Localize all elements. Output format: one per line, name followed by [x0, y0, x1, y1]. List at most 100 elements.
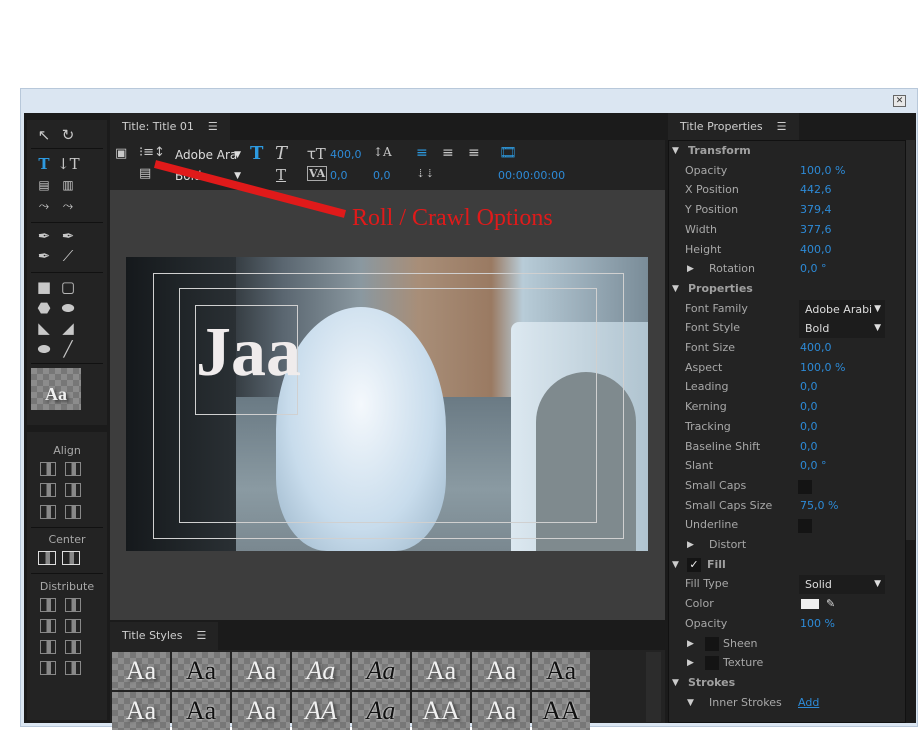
templates-icon[interactable]: ▤	[139, 166, 151, 181]
distribute-bottom-icon[interactable]	[65, 640, 81, 654]
kerning-value[interactable]: 0,0	[330, 169, 348, 182]
expand-triangle-icon[interactable]: ▼	[672, 673, 679, 693]
align-horizontal-center-icon[interactable]	[40, 483, 56, 497]
property-value[interactable]: 100,0 %	[800, 161, 845, 181]
title-style-swatch[interactable]: Aa	[532, 652, 590, 690]
property-value[interactable]: 0,0	[800, 417, 818, 437]
title-style-swatch[interactable]: Aa	[232, 692, 290, 730]
panel-menu-icon[interactable]: ☰	[208, 120, 218, 133]
fill-checkbox[interactable]: ✓	[687, 557, 701, 572]
expand-triangle-icon[interactable]: ▶	[687, 535, 694, 555]
font-family-dropdown[interactable]: Adobe Ara ▼	[169, 146, 243, 164]
title-style-swatch[interactable]: Aa	[352, 692, 410, 730]
expand-triangle-icon[interactable]: ▼	[672, 279, 679, 299]
title-style-swatch[interactable]: Aa	[112, 652, 170, 690]
align-bottom-icon[interactable]	[65, 505, 81, 519]
title-style-swatch[interactable]: AA	[292, 692, 350, 730]
arc-tool-icon[interactable]: ◢	[57, 319, 79, 337]
tab-title-styles[interactable]: Title Styles ☰	[110, 622, 219, 650]
property-value[interactable]: 0,0 °	[800, 259, 827, 279]
underline-icon[interactable]: T	[276, 166, 286, 184]
title-style-swatch[interactable]: Aa	[352, 652, 410, 690]
property-value[interactable]: 100,0 %	[800, 358, 845, 378]
tab-title-properties[interactable]: Title Properties ☰	[668, 113, 799, 140]
bold-icon[interactable]: T	[250, 143, 263, 164]
title-style-swatch[interactable]: Aa	[292, 652, 350, 690]
wedge-tool-icon[interactable]: ◣	[33, 319, 55, 337]
center-horizontal-icon[interactable]	[38, 551, 56, 565]
property-value[interactable]: 0,0	[800, 377, 818, 397]
tab-title-01[interactable]: Title: Title 01 ☰	[110, 113, 230, 140]
expand-triangle-icon[interactable]: ▼	[672, 555, 679, 575]
property-checkbox[interactable]	[798, 519, 812, 534]
property-value[interactable]: 0,0	[800, 437, 818, 457]
align-left-text-icon[interactable]: ≡	[416, 145, 428, 161]
title-style-swatch[interactable]: Aa	[472, 652, 530, 690]
timecode[interactable]: 00:00:00:00	[498, 169, 565, 182]
property-value[interactable]: 400,0	[800, 338, 832, 358]
distribute-hcenter-icon[interactable]	[40, 619, 56, 633]
pen-tool-icon[interactable]: ✒	[33, 227, 55, 245]
property-value[interactable]: 75,0 %	[800, 496, 838, 516]
clipped-rectangle-tool-icon[interactable]: ⬣	[33, 299, 55, 317]
line-tool-icon[interactable]: ╱	[57, 340, 79, 358]
rotation-tool-icon[interactable]: ↻	[57, 126, 79, 144]
distribute-hspace-icon[interactable]	[40, 661, 56, 675]
distribute-left-icon[interactable]	[40, 598, 56, 612]
align-top-icon[interactable]	[65, 462, 81, 476]
rectangle-tool-icon[interactable]: ■	[33, 278, 55, 296]
texture-checkbox[interactable]	[705, 656, 719, 671]
property-value[interactable]: 442,6	[800, 180, 832, 200]
ellipse-tool-icon[interactable]: ⬬	[33, 340, 55, 358]
property-checkbox[interactable]	[798, 479, 812, 494]
title-text[interactable]: Jaa	[196, 318, 301, 388]
delete-anchor-tool-icon[interactable]: ✒	[57, 227, 79, 245]
expand-triangle-icon[interactable]: ▶	[687, 259, 694, 279]
expand-triangle-icon[interactable]: ▶	[687, 634, 694, 654]
tab-stops-icon[interactable]: ⇣⇣	[416, 167, 434, 180]
vertical-type-tool-icon[interactable]: ↓T	[57, 155, 80, 173]
title-style-swatch[interactable]: Aa	[112, 692, 170, 730]
property-value[interactable]: 400,0	[800, 240, 832, 260]
title-style-swatch[interactable]: Aa	[172, 652, 230, 690]
center-vertical-icon[interactable]	[62, 551, 80, 565]
property-dropdown[interactable]: Bold ▼	[799, 319, 885, 339]
path-type-tool-icon[interactable]: ⤳	[33, 198, 55, 216]
align-left-icon[interactable]	[40, 462, 56, 476]
property-value[interactable]: 379,4	[800, 200, 832, 220]
title-style-swatch[interactable]: Aa	[232, 652, 290, 690]
distribute-vspace-icon[interactable]	[65, 661, 81, 675]
title-style-swatch[interactable]: AA	[532, 692, 590, 730]
close-icon[interactable]: ✕	[893, 95, 906, 107]
title-style-swatch[interactable]: Aa	[172, 692, 230, 730]
align-center-text-icon[interactable]: ≡	[442, 145, 454, 161]
new-title-icon[interactable]: ▣	[115, 146, 127, 161]
vertical-path-type-tool-icon[interactable]: ⤳	[57, 198, 79, 216]
property-value[interactable]: 100 %	[800, 614, 835, 634]
expand-triangle-icon[interactable]: ▼	[672, 141, 679, 161]
type-tool-icon[interactable]: T	[33, 155, 55, 173]
styles-scrollbar[interactable]	[646, 652, 661, 722]
convert-anchor-tool-icon[interactable]: ⟋	[57, 247, 79, 265]
expand-triangle-icon[interactable]: ▶	[687, 653, 694, 673]
panel-menu-icon[interactable]: ☰	[777, 120, 787, 133]
expand-triangle-icon[interactable]: ▼	[687, 693, 694, 713]
title-style-swatch[interactable]: AA	[412, 692, 470, 730]
leading-value[interactable]: 0,0	[373, 169, 391, 182]
property-dropdown[interactable]: Adobe Arabi ▼	[799, 299, 885, 319]
sheen-checkbox[interactable]	[705, 636, 719, 651]
rounded-corner-tool-icon[interactable]: ⬬	[57, 299, 79, 317]
distribute-right-icon[interactable]	[40, 640, 56, 654]
show-background-video-icon[interactable]: 🎞	[499, 145, 517, 161]
area-type-tool-icon[interactable]: ▤	[33, 176, 55, 194]
add-anchor-tool-icon[interactable]: ✒	[33, 247, 55, 265]
color-swatch[interactable]	[801, 599, 819, 610]
title-style-swatch[interactable]: Aa	[412, 652, 470, 690]
distribute-top-icon[interactable]	[65, 598, 81, 612]
property-dropdown[interactable]: Solid ▼	[799, 575, 885, 595]
add-inner-stroke-link[interactable]: Add	[798, 693, 819, 713]
selection-tool-icon[interactable]: ↖	[33, 126, 55, 144]
font-size-value[interactable]: 400,0	[330, 148, 362, 161]
eyedropper-icon[interactable]: ✎	[826, 594, 835, 614]
property-value[interactable]: 377,6	[800, 220, 832, 240]
